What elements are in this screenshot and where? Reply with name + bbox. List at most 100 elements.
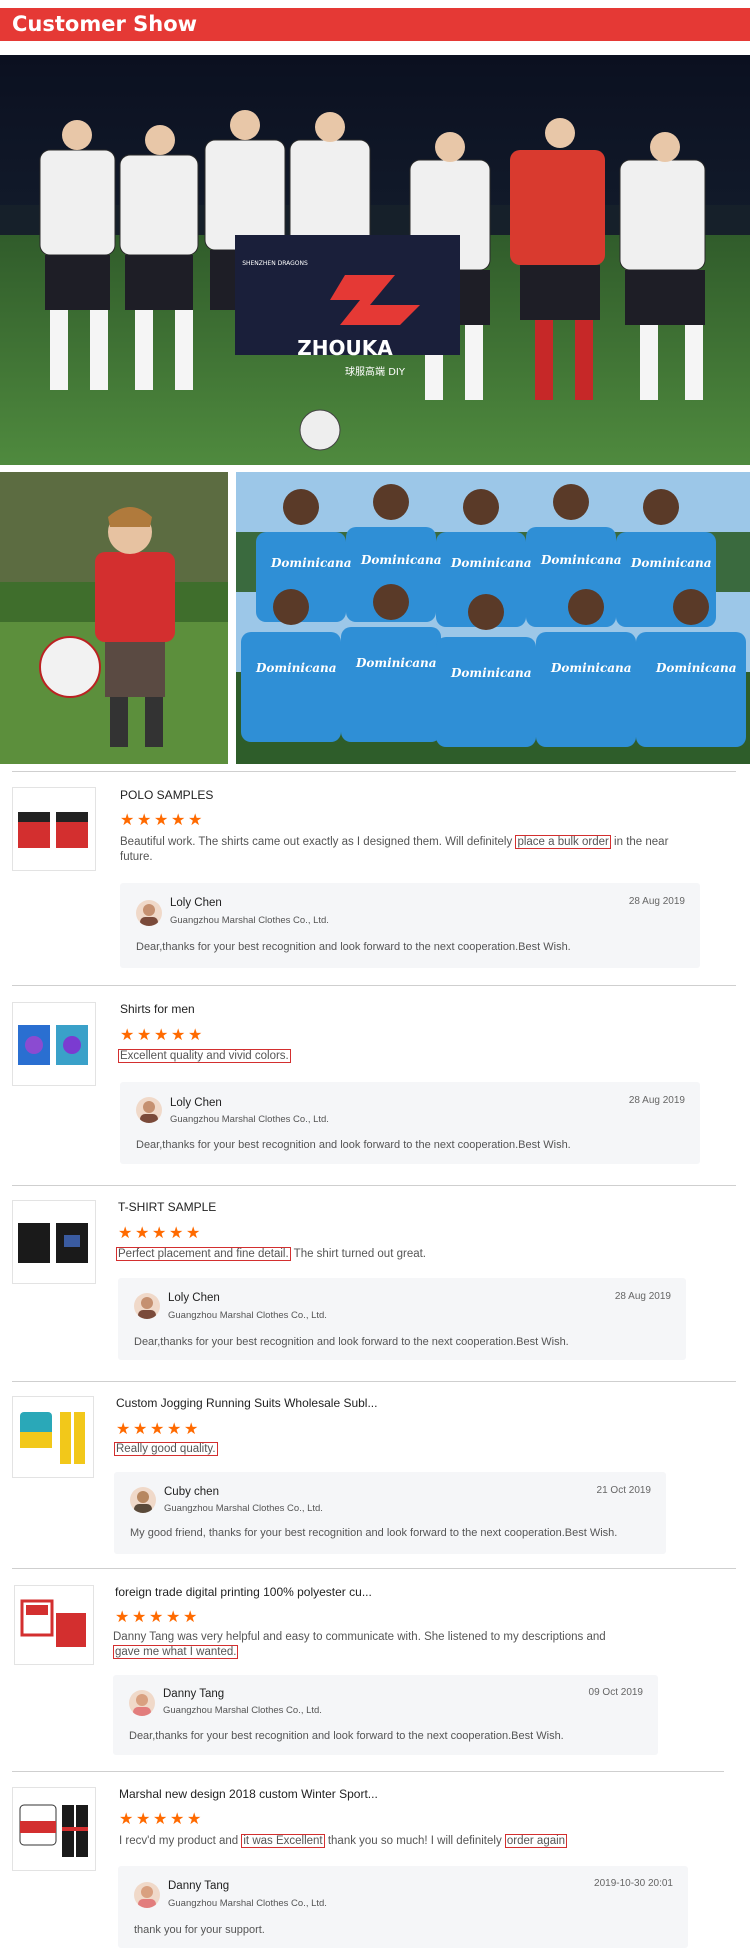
jersey-text: Dominicana (630, 556, 712, 570)
star-icon: ★ (118, 1223, 133, 1242)
star-icon: ★ (136, 1809, 151, 1828)
reply-text: thank you for your support. (134, 1924, 265, 1936)
product-thumbnail[interactable] (12, 787, 96, 871)
seller-reply: Loly Chen Guangzhou Marshal Clothes Co.,… (118, 1278, 686, 1360)
reply-date: 28 Aug 2019 (628, 1095, 685, 1106)
reply-date: 2019-10-30 20:01 (594, 1878, 673, 1889)
rating-stars: ★ ★ ★ ★ ★ (118, 1225, 201, 1241)
avatar (136, 1097, 162, 1123)
reply-date: 21 Oct 2019 (596, 1485, 651, 1496)
review-title[interactable]: foreign trade digital printing 100% poly… (115, 1585, 372, 1599)
avatar (136, 900, 162, 926)
highlight-box: place a bulk order (515, 835, 611, 849)
star-icon: ★ (154, 810, 169, 829)
rating-stars: ★ ★ ★ ★ ★ (116, 1421, 199, 1437)
jersey-text: Dominicana (450, 556, 532, 570)
rating-stars: ★ ★ ★ ★ ★ (119, 1811, 202, 1827)
highlight-box: gave me what I wanted. (113, 1645, 239, 1659)
review-divider (12, 771, 736, 772)
star-icon: ★ (167, 1419, 182, 1438)
star-icon: ★ (135, 1223, 150, 1242)
star-icon: ★ (188, 810, 203, 829)
flag-brand-text: ZHOUKA (297, 336, 393, 360)
star-icon: ★ (133, 1419, 148, 1438)
jersey-text: Dominicana (255, 661, 337, 675)
reply-date: 28 Aug 2019 (628, 896, 685, 907)
review-text: Really good quality. (114, 1442, 664, 1457)
rating-stars: ★ ★ ★ ★ ★ (120, 812, 203, 828)
reply-date: 28 Aug 2019 (614, 1291, 671, 1302)
avatar (134, 1882, 160, 1908)
review-divider (12, 985, 736, 986)
review-text: Danny Tang was very helpful and easy to … (113, 1631, 606, 1659)
highlight-box: it was Excellent (241, 1834, 325, 1848)
star-icon: ★ (170, 1809, 185, 1828)
product-thumbnail[interactable] (14, 1585, 94, 1665)
review-title[interactable]: POLO SAMPLES (120, 788, 213, 802)
star-icon: ★ (153, 1809, 168, 1828)
product-thumbnail[interactable] (12, 1002, 96, 1086)
star-icon: ★ (187, 1809, 202, 1828)
customer-show-banner: Customer Show (0, 8, 750, 41)
star-icon: ★ (186, 1223, 201, 1242)
avatar (134, 1293, 160, 1319)
star-icon: ★ (149, 1607, 164, 1626)
review-title[interactable]: T-SHIRT SAMPLE (118, 1200, 216, 1214)
replier-company: Guangzhou Marshal Clothes Co., Ltd. (168, 1310, 327, 1321)
star-icon: ★ (137, 1025, 152, 1044)
review-text: Excellent quality and vivid colors. (118, 1049, 668, 1064)
product-thumbnail[interactable] (12, 1200, 96, 1284)
star-icon: ★ (154, 1025, 169, 1044)
replier-name: Loly Chen (170, 1097, 222, 1109)
star-icon: ★ (120, 810, 135, 829)
star-icon: ★ (183, 1607, 198, 1626)
replier-company: Guangzhou Marshal Clothes Co., Ltd. (170, 1114, 329, 1125)
star-icon: ★ (150, 1419, 165, 1438)
star-icon: ★ (152, 1223, 167, 1242)
team-photo-blue-jerseys: Dominicana Dominicana Dominicana Dominic… (236, 472, 750, 764)
avatar (130, 1487, 156, 1513)
seller-reply: Danny Tang Guangzhou Marshal Clothes Co.… (113, 1675, 658, 1755)
jersey-text: Dominicana (270, 556, 352, 570)
replier-company: Guangzhou Marshal Clothes Co., Ltd. (164, 1503, 323, 1514)
highlight-box: Perfect placement and fine detail. (116, 1247, 291, 1261)
replier-company: Guangzhou Marshal Clothes Co., Ltd. (168, 1898, 327, 1909)
replier-name: Loly Chen (170, 897, 222, 909)
star-icon: ★ (137, 810, 152, 829)
review-divider (12, 1381, 736, 1382)
star-icon: ★ (119, 1809, 134, 1828)
highlight-box: Excellent quality and vivid colors. (118, 1049, 291, 1063)
seller-reply: Loly Chen Guangzhou Marshal Clothes Co.,… (120, 1082, 700, 1164)
seller-reply: Loly Chen Guangzhou Marshal Clothes Co.,… (120, 883, 700, 968)
replier-name: Loly Chen (168, 1292, 220, 1304)
team-photo-white-jerseys: ZHOUKA 球服高端 DIY SHENZHEN DRAGONS (0, 55, 750, 465)
highlight-box: order again (504, 1834, 568, 1848)
star-icon: ★ (115, 1607, 130, 1626)
review-divider (12, 1568, 736, 1569)
star-icon: ★ (171, 810, 186, 829)
reply-text: Dear,thanks for your best recognition an… (129, 1730, 564, 1742)
star-icon: ★ (188, 1025, 203, 1044)
jersey-text: Dominicana (355, 656, 437, 670)
highlight-box: Really good quality. (114, 1442, 218, 1456)
flag-badge-text: SHENZHEN DRAGONS (242, 260, 308, 267)
review-title[interactable]: Custom Jogging Running Suits Wholesale S… (116, 1396, 377, 1410)
star-icon: ★ (120, 1025, 135, 1044)
seller-reply: Cuby chen Guangzhou Marshal Clothes Co.,… (114, 1472, 666, 1554)
reply-text: Dear,thanks for your best recognition an… (136, 1139, 571, 1151)
replier-name: Danny Tang (168, 1880, 230, 1892)
review-title[interactable]: Shirts for men (120, 1002, 195, 1016)
jersey-text: Dominicana (550, 661, 632, 675)
replier-company: Guangzhou Marshal Clothes Co., Ltd. (163, 1705, 322, 1716)
review-text: Beautiful work. The shirts came out exac… (120, 835, 669, 863)
jersey-text: Dominicana (540, 553, 622, 567)
review-title[interactable]: Marshal new design 2018 custom Winter Sp… (119, 1787, 378, 1801)
jersey-text: Dominicana (655, 661, 737, 675)
reply-text: Dear,thanks for your best recognition an… (134, 1336, 569, 1348)
star-icon: ★ (184, 1419, 199, 1438)
product-thumbnail[interactable] (12, 1787, 96, 1871)
flag-sub-text: 球服高端 DIY (345, 365, 406, 378)
reply-date: 09 Oct 2019 (588, 1687, 643, 1698)
product-thumbnail[interactable] (12, 1396, 94, 1478)
kid-with-ball-photo (0, 472, 228, 764)
